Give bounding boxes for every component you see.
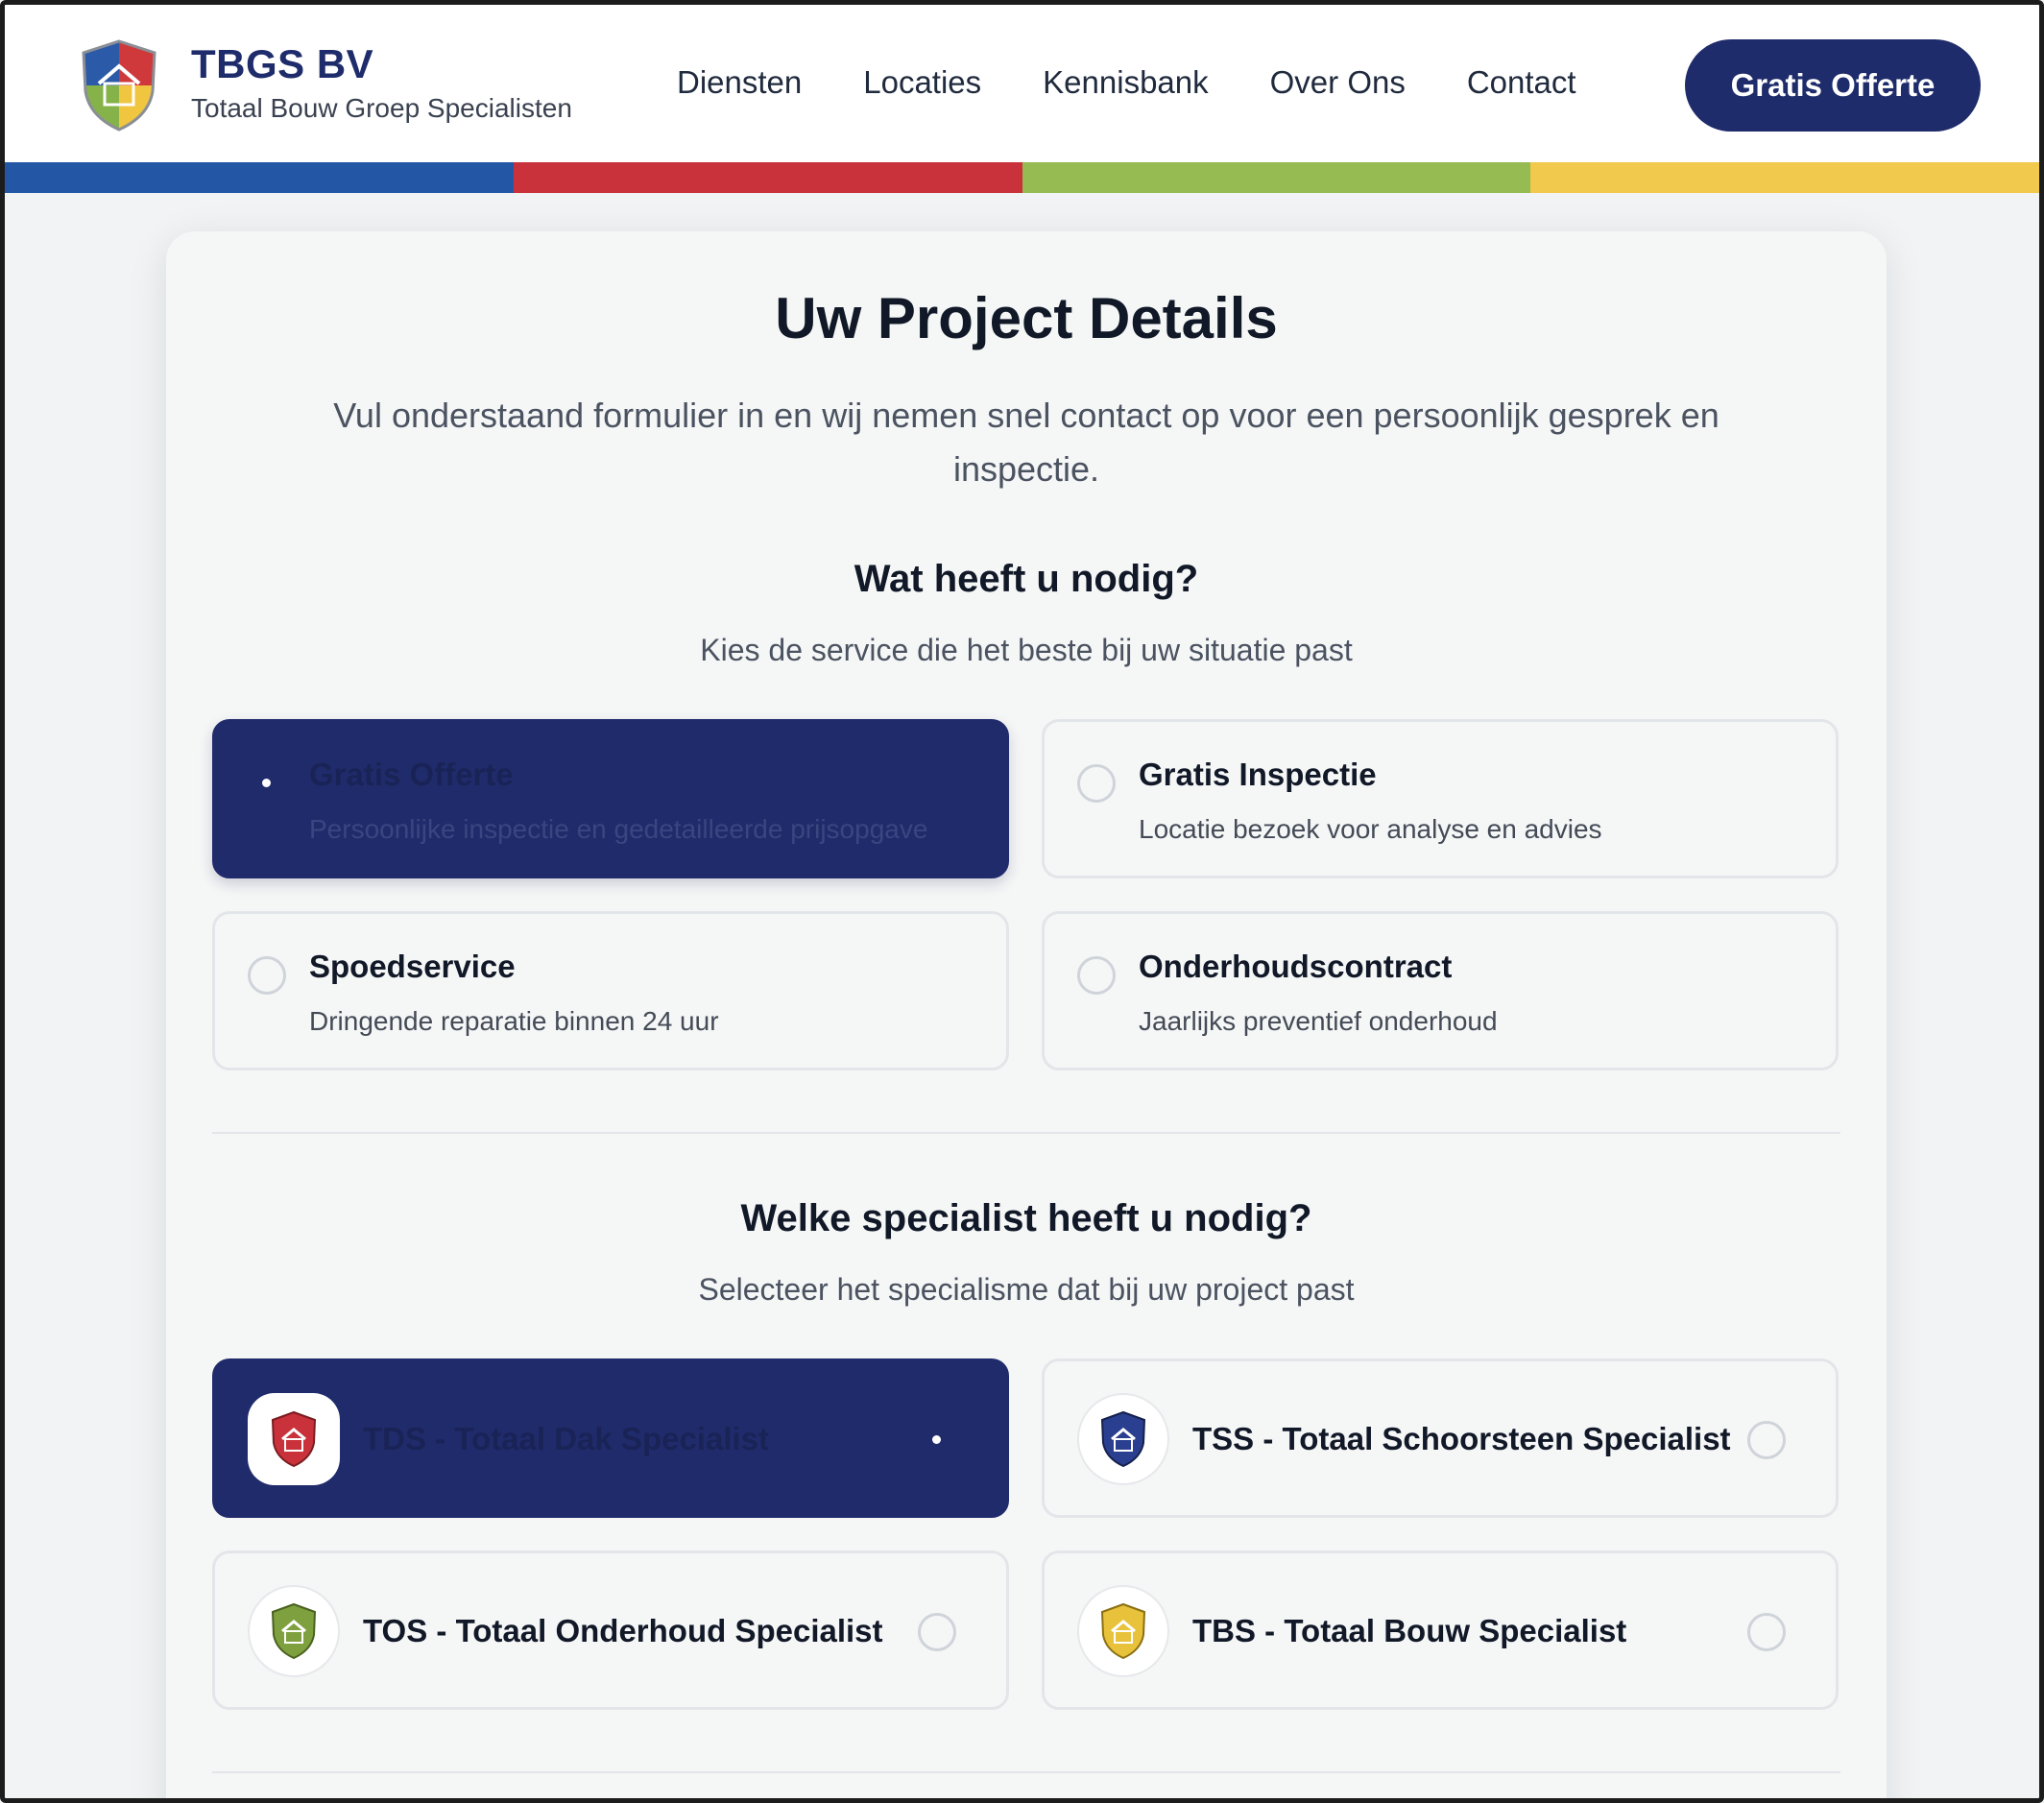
stripe-red: [513, 162, 1022, 193]
red-shield-icon: [248, 1393, 340, 1485]
option-title: Gratis Inspectie: [1139, 757, 1377, 792]
stripe-yellow: [1530, 162, 2039, 193]
specialist-option-tss[interactable]: TSS - Totaal Schoorsteen Specialist: [1042, 1358, 1839, 1518]
green-shield-icon: [248, 1585, 340, 1677]
main-nav: Diensten Locaties Kennisbank Over Ons Co…: [677, 64, 1638, 101]
option-desc: Locatie bezoek voor analyse en advies: [1139, 814, 1602, 844]
option-title: Onderhoudscontract: [1139, 949, 1453, 984]
stripe-green: [1022, 162, 1531, 193]
service-option-onderhoudscontract[interactable]: Onderhoudscontract Jaarlijks preventief …: [1042, 911, 1839, 1070]
service-section-title: Wat heeft u nodig?: [854, 558, 1199, 600]
brand: TBGS BV Totaal Bouw Groep Specialisten: [191, 41, 572, 124]
stripe-blue: [5, 162, 514, 193]
section-divider: [212, 1771, 1840, 1773]
service-section-subtitle: Kies de service die het beste bij uw sit…: [700, 633, 1353, 667]
section-divider: [212, 1132, 1840, 1134]
shield-house-logo[interactable]: [78, 37, 160, 133]
radio[interactable]: [1077, 956, 1116, 995]
page-frame: TBGS BV Totaal Bouw Groep Specialisten D…: [0, 0, 2044, 1803]
nav-diensten[interactable]: Diensten: [677, 64, 802, 101]
gratis-offerte-button[interactable]: Gratis Offerte: [1685, 39, 1981, 132]
radio[interactable]: [248, 956, 286, 995]
radio[interactable]: [1747, 1421, 1786, 1459]
blue-shield-icon: [1077, 1393, 1169, 1485]
specialist-label: TBS - Totaal Bouw Specialist: [1192, 1613, 1627, 1648]
nav-kennisbank[interactable]: Kennisbank: [1043, 64, 1208, 101]
page-subtitle: Vul onderstaand formulier in en wij neme…: [333, 396, 1719, 489]
color-stripe-bar: [5, 162, 2039, 193]
specialist-label: TOS - Totaal Onderhoud Specialist: [363, 1613, 883, 1648]
page-title: Uw Project Details: [775, 286, 1278, 350]
specialist-option-tds[interactable]: TDS - Totaal Dak Specialist: [212, 1358, 1009, 1518]
option-desc: Jaarlijks preventief onderhoud: [1139, 1006, 1498, 1036]
nav-over-ons[interactable]: Over Ons: [1270, 64, 1406, 101]
project-details-card: Uw Project Details Vul onderstaand formu…: [166, 231, 1887, 1798]
site-header: TBGS BV Totaal Bouw Groep Specialisten D…: [5, 5, 2039, 162]
specialist-label: TDS - Totaal Dak Specialist: [363, 1421, 770, 1456]
specialist-option-tos[interactable]: TOS - Totaal Onderhoud Specialist: [212, 1551, 1009, 1710]
option-title: Spoedservice: [309, 949, 516, 984]
nav-locaties[interactable]: Locaties: [863, 64, 981, 101]
service-option-spoedservice[interactable]: Spoedservice Dringende reparatie binnen …: [212, 911, 1009, 1070]
service-option-gratis-offerte[interactable]: Gratis Offerte Persoonlijke inspectie en…: [212, 719, 1009, 878]
specialist-option-tbs[interactable]: TBS - Totaal Bouw Specialist: [1042, 1551, 1839, 1710]
service-option-gratis-inspectie[interactable]: Gratis Inspectie Locatie bezoek voor ana…: [1042, 719, 1839, 878]
option-desc: Persoonlijke inspectie en gedetailleerde…: [309, 814, 928, 844]
specialist-label: TSS - Totaal Schoorsteen Specialist: [1192, 1421, 1731, 1456]
radio[interactable]: [918, 1613, 956, 1651]
specialist-section-title: Welke specialist heeft u nodig?: [740, 1197, 1312, 1239]
yellow-shield-icon: [1077, 1585, 1169, 1677]
option-desc: Dringende reparatie binnen 24 uur: [309, 1006, 719, 1036]
option-title: Gratis Offerte: [309, 757, 514, 792]
radio[interactable]: [1077, 764, 1116, 803]
nav-contact[interactable]: Contact: [1467, 64, 1576, 101]
brand-title: TBGS BV: [191, 41, 374, 86]
radio-selected[interactable]: [248, 764, 286, 803]
radio[interactable]: [1747, 1613, 1786, 1651]
brand-subtitle: Totaal Bouw Groep Specialisten: [191, 93, 572, 123]
radio-selected[interactable]: [918, 1421, 956, 1459]
specialist-section-subtitle: Selecteer het specialisme dat bij uw pro…: [698, 1272, 1355, 1307]
